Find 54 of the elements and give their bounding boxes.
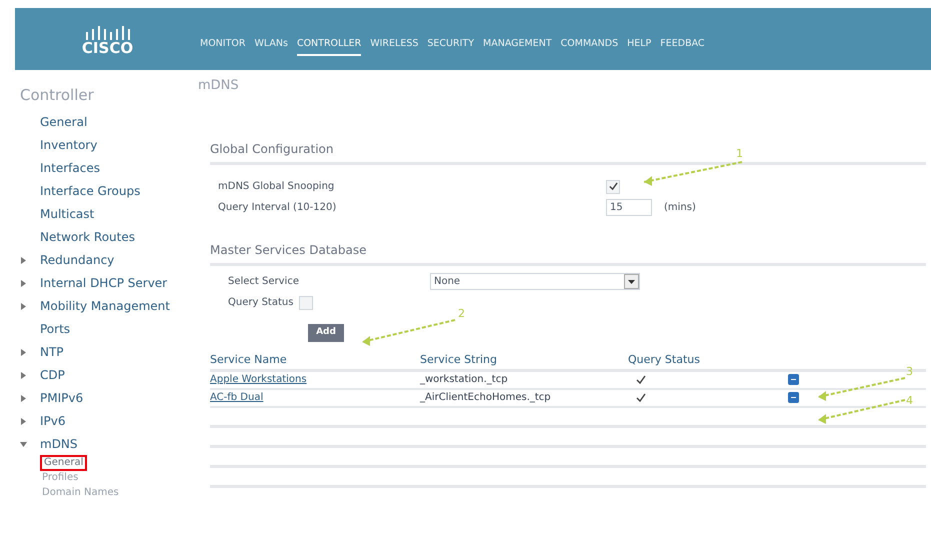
sidebar-item[interactable]: IPv6 xyxy=(40,412,66,430)
table-cell-text: _workstation._tcp xyxy=(420,373,509,387)
field-label: mDNS Global Snooping xyxy=(217,180,336,194)
sidebar-item[interactable]: NTP xyxy=(40,343,64,361)
sidebar-item[interactable]: Internal DHCP Server xyxy=(40,274,168,292)
caret-right-icon[interactable] xyxy=(20,394,27,402)
sidebar-item[interactable]: Interfaces xyxy=(40,159,100,177)
column-header: Service String xyxy=(420,352,498,368)
caret-right-icon[interactable] xyxy=(20,418,27,424)
sidebar-item[interactable]: Multicast xyxy=(40,205,94,223)
field-label: Select Service xyxy=(227,275,300,289)
sidebar-item[interactable]: Network Routes xyxy=(40,228,136,246)
add-button[interactable]: Add xyxy=(308,324,344,342)
sidebar-item[interactable]: Ports xyxy=(40,320,70,338)
service-name-link[interactable]: Apple Workstations xyxy=(210,372,420,387)
caret-right-icon[interactable] xyxy=(20,256,27,264)
check-icon xyxy=(608,182,618,191)
service-dropdown[interactable]: None xyxy=(430,273,640,290)
page-title: mDNS xyxy=(198,77,240,95)
sidebar-item[interactable]: mDNS xyxy=(40,435,78,453)
field-label: Query Interval (10-120) xyxy=(217,201,338,215)
caret-right-icon[interactable] xyxy=(20,372,27,378)
sidebar-item[interactable]: Mobility Management xyxy=(40,297,170,315)
service-name-link[interactable]: AC-fb Dual xyxy=(210,390,420,405)
caret-right-icon[interactable] xyxy=(20,302,27,310)
sidebar-subitem[interactable]: General xyxy=(40,455,88,471)
column-header: Service Name xyxy=(210,352,288,368)
section-heading: Master Services Database xyxy=(210,242,366,256)
annotation-number: 2 xyxy=(458,306,465,322)
logo-text: CISCO xyxy=(82,40,134,56)
caret-right-icon[interactable] xyxy=(20,348,27,356)
table-cell-text: _AirClientEchoHomes._tcp xyxy=(420,391,552,405)
section-heading: Global Configuration xyxy=(210,142,334,156)
sidebar-item[interactable]: Redundancy xyxy=(40,251,114,269)
caret-right-icon[interactable] xyxy=(20,280,27,286)
caret-down-icon[interactable] xyxy=(20,440,27,448)
checkbox[interactable] xyxy=(606,180,620,194)
sidebar-item[interactable]: Inventory xyxy=(40,136,98,154)
sidebar-item[interactable]: PMIPv6 xyxy=(40,389,84,407)
annotation-number: 3 xyxy=(906,364,913,380)
unit-label: (mins) xyxy=(664,201,696,215)
sidebar-item[interactable]: Interface Groups xyxy=(40,182,140,200)
sidebar-item[interactable]: CDP xyxy=(40,366,65,384)
row-menu-icon[interactable] xyxy=(788,374,799,385)
checkbox[interactable] xyxy=(299,296,314,310)
logo-icon xyxy=(84,26,130,40)
annotation-number: 1 xyxy=(736,146,743,162)
annotation-number: 4 xyxy=(906,393,913,409)
column-header: Query Status xyxy=(628,352,701,368)
field-label: Query Status xyxy=(228,296,294,310)
sidebar-item[interactable]: General xyxy=(40,113,88,131)
row-menu-icon[interactable] xyxy=(788,392,799,403)
menu-tab[interactable]: CONTROLLER xyxy=(296,36,362,56)
interval-input[interactable]: 15 xyxy=(606,199,652,216)
